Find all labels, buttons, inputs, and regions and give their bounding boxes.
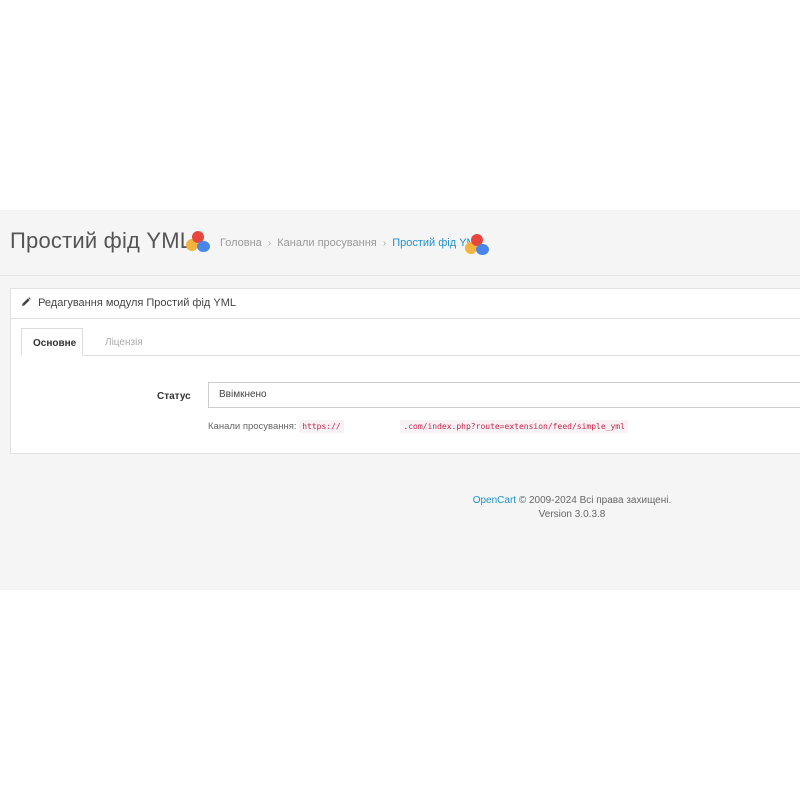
feed-url-label: Канали просування: (208, 421, 297, 432)
status-select[interactable]: Ввімкнено (208, 382, 800, 408)
status-label: Статус (157, 391, 191, 402)
footer-copyright-line: OpenCart © 2009-2024 Всі права захищені. (0, 494, 800, 508)
panel-title: Редагування модуля Простий фід YML (38, 297, 236, 309)
pencil-icon (22, 297, 31, 306)
tab-bar: Основне Ліцензія (21, 328, 800, 356)
breadcrumb: Головна › Канали просування › Простий фі… (220, 237, 482, 249)
page-header: Простий фід YML Головна › Канали просува… (0, 210, 800, 276)
footer: OpenCart © 2009-2024 Всі права захищені.… (0, 494, 800, 522)
breadcrumb-separator: › (267, 238, 272, 249)
opencart-link[interactable]: OpenCart (473, 495, 516, 506)
breadcrumb-feeds[interactable]: Канали просування (277, 237, 376, 249)
page-title: Простий фід YML (10, 228, 193, 253)
tab-license[interactable]: Ліцензія (94, 328, 154, 356)
edit-panel: Редагування модуля Простий фід YML Основ… (10, 288, 800, 454)
logo-icon (465, 233, 491, 257)
panel-heading: Редагування модуля Простий фід YML (11, 289, 800, 319)
breadcrumb-separator: › (382, 238, 387, 249)
feed-url-prefix: https:// (299, 420, 344, 433)
logo-icon (186, 230, 212, 254)
breadcrumb-home[interactable]: Головна (220, 237, 262, 249)
footer-copyright: © 2009-2024 Всі права захищені. (518, 495, 672, 506)
admin-screen: Простий фід YML Головна › Канали просува… (0, 210, 800, 590)
feed-url-path: .com/index.php?route=extension/feed/simp… (400, 420, 628, 433)
feed-url-help: Канали просування: https:// .com/index.p… (208, 420, 628, 433)
footer-version: Version 3.0.3.8 (538, 509, 606, 520)
tab-general[interactable]: Основне (21, 328, 83, 356)
